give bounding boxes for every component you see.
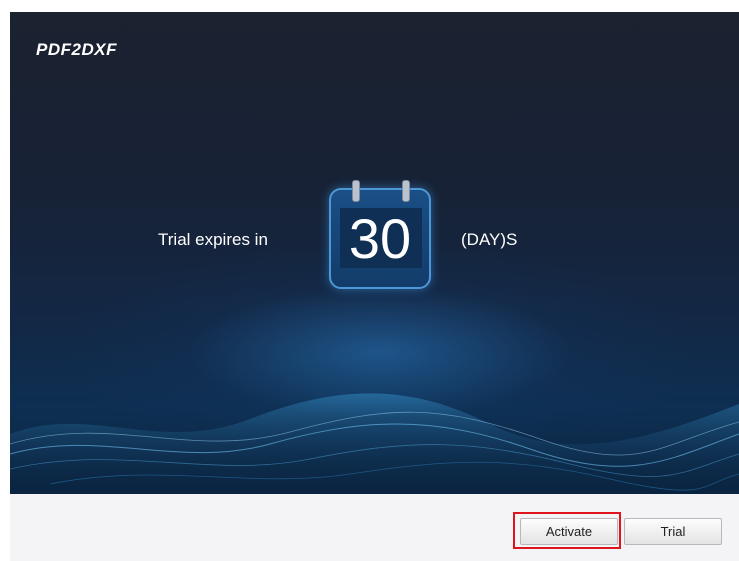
days-unit-label: (DAY)S [461, 230, 518, 249]
days-remaining-count: 30 [348, 207, 412, 270]
calendar-ring-left [352, 180, 360, 202]
trial-dialog: PDF2DXF Trial expires in 30 (DAY)S Activ… [10, 12, 739, 561]
dialog-footer: Activate Trial [10, 494, 739, 561]
trial-expires-label: Trial expires in [158, 230, 268, 249]
hero-banner: PDF2DXF Trial expires in 30 (DAY)S [10, 12, 739, 494]
trial-button[interactable]: Trial [624, 518, 722, 545]
calendar-icon: 30 [329, 180, 431, 289]
app-title: PDF2DXF [36, 40, 117, 59]
activate-button[interactable]: Activate [520, 518, 618, 545]
calendar-ring-right [402, 180, 410, 202]
wave-background-graphic [10, 393, 739, 494]
